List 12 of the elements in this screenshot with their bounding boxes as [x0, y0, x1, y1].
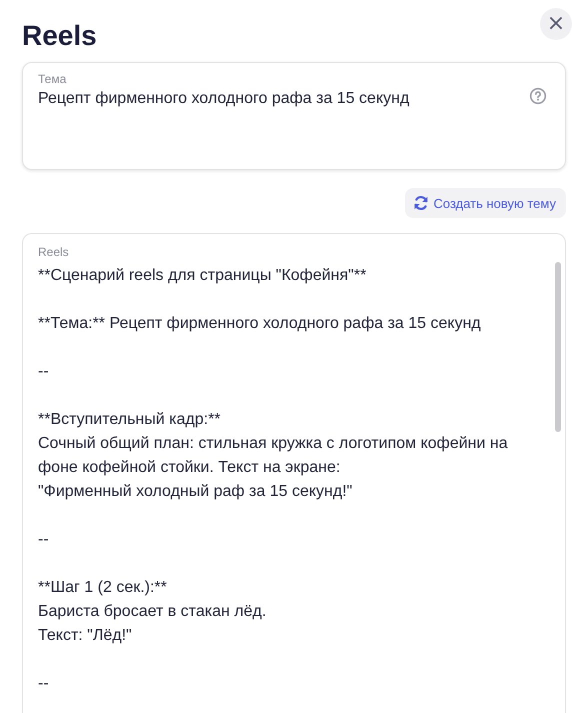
field-value: Рецепт фирменного холодного рафа за 15 секунд: [38, 89, 410, 109]
help-icon[interactable]: [529, 87, 547, 105]
new-topic-button[interactable]: Создать новую тему: [405, 188, 566, 218]
dialog-title: Reels: [22, 20, 97, 52]
field-label: Тема: [38, 71, 68, 87]
scrollbar-thumb[interactable]: [555, 262, 561, 432]
script-field[interactable]: [22, 233, 566, 713]
close-button[interactable]: ×: [540, 8, 572, 40]
field-label: Reels: [38, 244, 70, 260]
refresh-icon: [413, 195, 430, 211]
field-value: **Сценарий reels для страницы "Кофейня"** **Тема:** Рецепт фирменного холодного рафа за 15 секунд -- **Вступительный кадр:** Сочный общий план: стильная кружка с логотипом кофейни на фоне кофейной стойки. Текст на экране: "Фирменный холодный раф за 15 секунд!" -- **Шаг 1 (2 сек.):** Бариста бросает в стакан лёд. Текст: "Лёд!" --: [38, 266, 509, 694]
topic-field[interactable]: Тема Рецепт фирменного холодного рафа за 15 секунд: [22, 62, 566, 170]
